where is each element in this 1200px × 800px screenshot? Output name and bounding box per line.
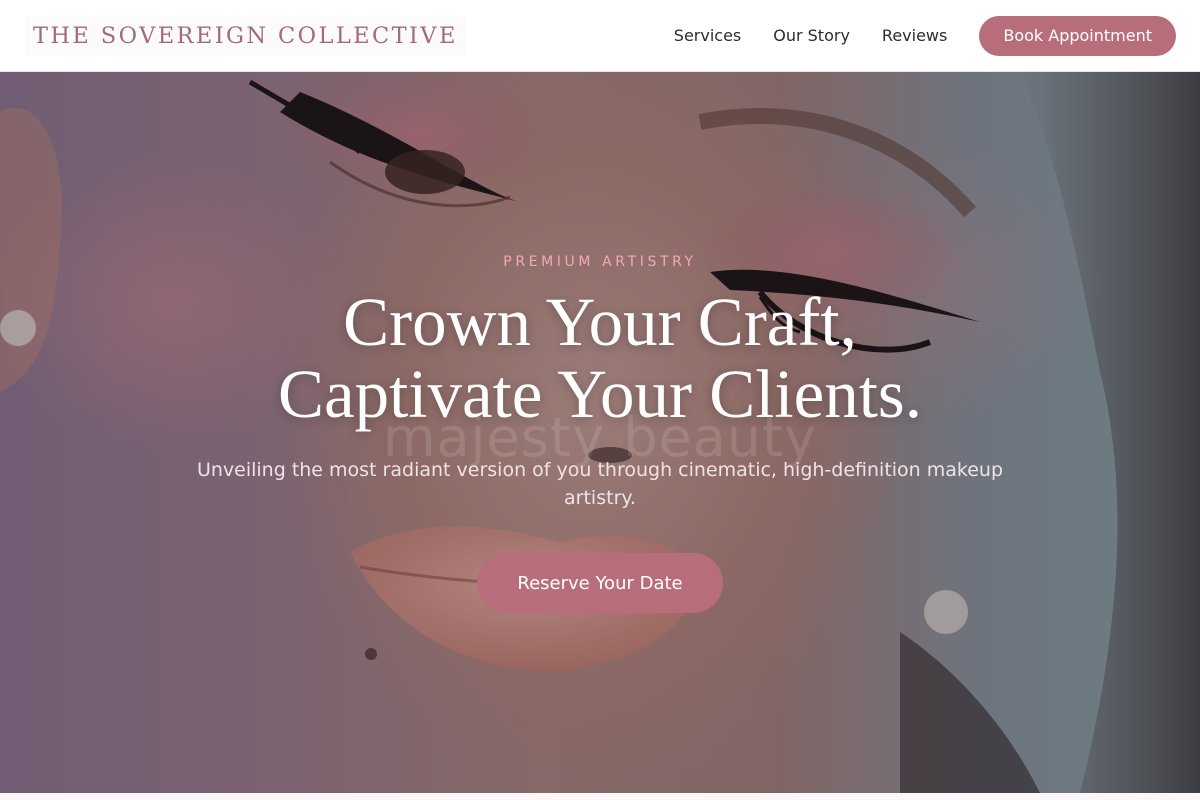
site-header: THE SOVEREIGN COLLECTIVE Services Our St… — [0, 0, 1200, 72]
hero-headline-line-2: Captivate Your Clients. — [277, 356, 922, 432]
nav-link-services[interactable]: Services — [674, 26, 741, 45]
nav-link-our-story[interactable]: Our Story — [773, 26, 850, 45]
main-nav: Services Our Story Reviews Book Appointm… — [674, 15, 1176, 56]
book-appointment-button[interactable]: Book Appointment — [979, 15, 1176, 56]
hero-headline: Crown Your Craft, Captivate Your Clients… — [0, 286, 1200, 430]
nav-link-reviews[interactable]: Reviews — [882, 26, 947, 45]
reserve-date-button[interactable]: Reserve Your Date — [477, 553, 723, 613]
page-bottom-strip — [0, 793, 1200, 800]
hero-section: majesty beauty PREMIUM ARTISTRY Crown Yo… — [0, 72, 1200, 793]
hero-subtext: Unveiling the most radiant version of yo… — [196, 459, 1004, 509]
brand-logo[interactable]: THE SOVEREIGN COLLECTIVE — [25, 16, 466, 55]
hero-headline-line-1: Crown Your Craft, — [343, 284, 857, 360]
hero-eyebrow: PREMIUM ARTISTRY — [503, 254, 697, 270]
